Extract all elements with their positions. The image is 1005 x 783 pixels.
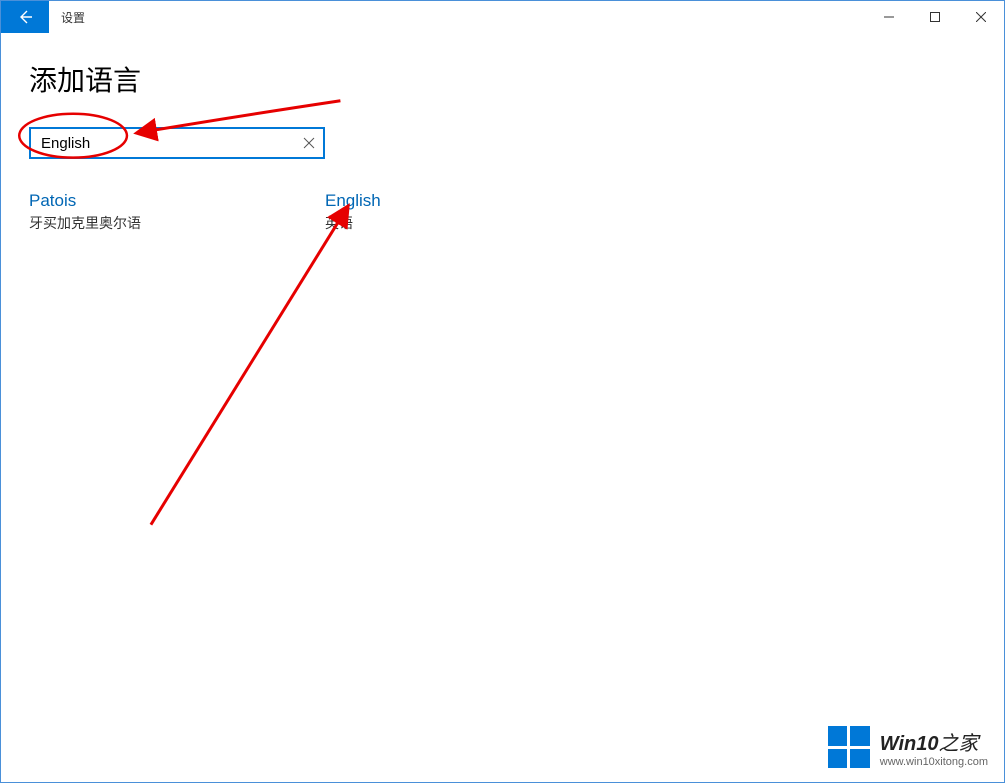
window-title: 设置 — [61, 9, 85, 26]
result-desc: 英语 — [325, 213, 621, 234]
window-controls — [866, 1, 1004, 33]
page-title: 添加语言 — [29, 59, 976, 99]
search-input[interactable] — [29, 127, 325, 159]
search-wrap — [29, 127, 325, 159]
result-desc: 牙买加克里奥尔语 — [29, 213, 325, 234]
result-name: English — [325, 189, 621, 213]
language-result-patois[interactable]: Patois 牙买加克里奥尔语 — [29, 187, 325, 236]
close-icon — [976, 12, 986, 22]
result-name: Patois — [29, 189, 325, 213]
back-button[interactable] — [1, 1, 49, 33]
maximize-button[interactable] — [912, 1, 958, 33]
results-list: Patois 牙买加克里奥尔语 English 英语 — [29, 187, 976, 236]
watermark-brand-main: Win10 — [880, 733, 939, 755]
watermark: Win10之家 www.win10xitong.com — [828, 726, 988, 768]
arrow-left-icon — [17, 9, 33, 25]
close-button[interactable] — [958, 1, 1004, 33]
minimize-button[interactable] — [866, 1, 912, 33]
content-area: 添加语言 Patois 牙买加克里奥尔语 English 英语 — [1, 33, 1004, 256]
maximize-icon — [930, 12, 940, 22]
watermark-url: www.win10xitong.com — [880, 756, 988, 768]
clear-search-button[interactable] — [299, 133, 319, 153]
windows-logo-icon — [828, 726, 870, 768]
watermark-text: Win10之家 www.win10xitong.com — [880, 727, 988, 768]
titlebar: 设置 — [1, 1, 1004, 33]
minimize-icon — [884, 12, 894, 22]
watermark-brand-sub: 之家 — [939, 733, 979, 755]
language-result-english[interactable]: English 英语 — [325, 187, 621, 236]
x-icon — [303, 137, 315, 149]
